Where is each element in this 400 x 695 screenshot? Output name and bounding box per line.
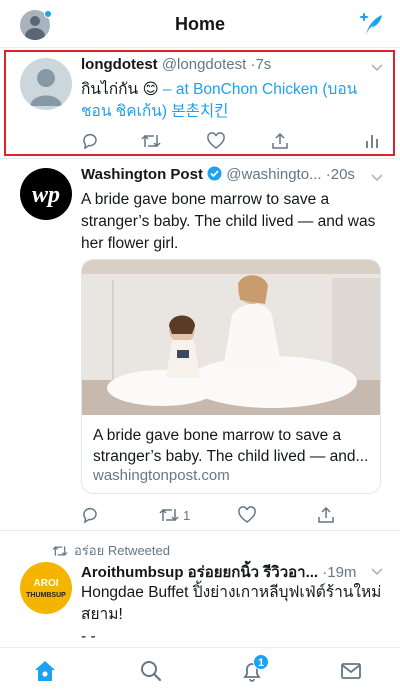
tweet-header: Washington Post @washingto... ·20s [81,166,372,183]
author-name[interactable]: Aroithumbsup อร่อยยกนิ้ว รีวิวอา... [81,564,318,581]
svg-text:AROI: AROI [34,578,59,589]
chevron-down-icon[interactable] [370,170,384,184]
retweet-count: 1 [183,507,191,523]
tweet-time: ·20s [325,166,355,183]
highlight-frame [4,50,395,156]
verified-badge-icon [207,166,222,181]
aroithumbsup-logo[interactable]: AROI THUMBSUP [20,562,72,614]
top-header: Home [0,0,400,48]
search-icon[interactable] [139,659,163,683]
page-title: Home [174,14,225,34]
tweet-text-continuation: - - [81,628,96,645]
aroi-thumbsup-logo-icon: AROI THUMBSUP [26,578,66,599]
tweet-time: ·19m [322,564,357,581]
author-name[interactable]: Washington Post [81,166,203,183]
bottom-tab-bar: 1 [0,647,400,695]
compose-tweet-icon[interactable] [358,12,384,38]
home-icon[interactable] [33,659,57,683]
wp-monogram-icon: wp [32,182,60,208]
bride-photo-image [82,260,380,415]
like-button[interactable] [238,505,256,525]
link-card[interactable]: A bride gave bone marrow to save a stran… [81,259,381,494]
tweet-aroithumbsup[interactable]: AROI THUMBSUP Aroithumbsup อร่อยยกนิ้ว ร… [0,556,400,647]
messages-envelope-icon[interactable] [339,659,363,683]
share-button[interactable] [317,505,335,525]
svg-text:wp: wp [32,182,60,208]
svg-text:THUMBSUP: THUMBSUP [26,592,66,599]
reply-icon [83,507,97,524]
divider [0,530,400,531]
retweet-icon [159,508,179,522]
article-photo [82,260,380,415]
retweet-button[interactable]: 1 [159,505,190,525]
card-domain: washingtonpost.com [93,467,230,484]
tweet-text: A bride gave bone marrow to save a stran… [81,191,376,252]
tweet-header: Aroithumbsup อร่อยยกนิ้ว รีวิวอา... ·19m [81,560,372,584]
share-icon [318,506,334,523]
chevron-down-icon[interactable] [370,564,384,578]
heart-icon [238,506,256,523]
tweet-text: Hongdae Buffet ปิ้งย่างเกาหลีบุฟเฟ่ต์ร้า… [81,582,382,648]
washington-post-logo[interactable]: wp [20,168,72,220]
author-handle: @washingto... [226,166,322,183]
card-title: A bride gave bone marrow to save a stran… [93,427,369,465]
reply-button[interactable] [81,505,99,525]
notifications-badge: 1 [253,654,269,670]
tweet-actions: 1 [81,505,380,525]
